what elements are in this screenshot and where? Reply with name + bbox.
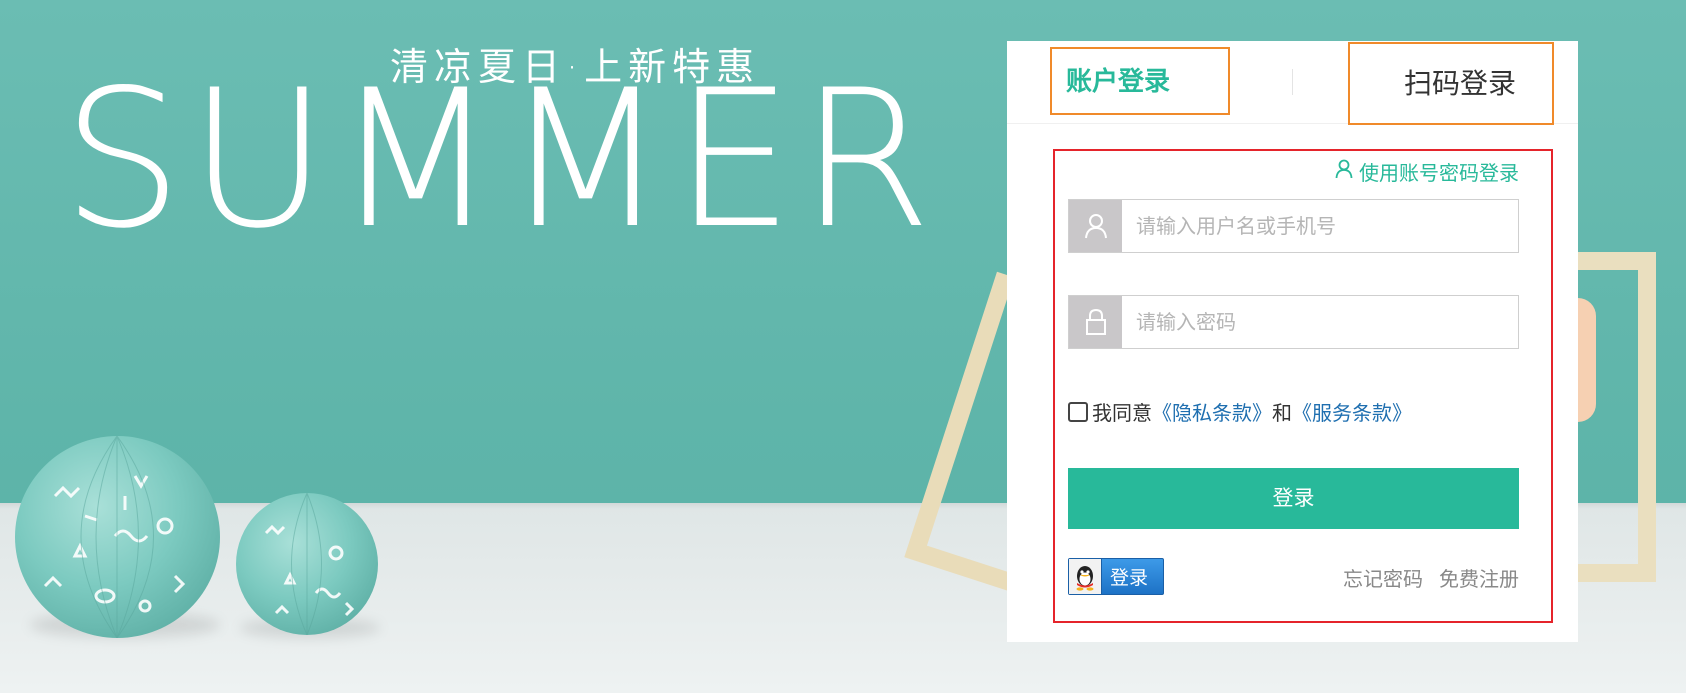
qq-login-label: 登录	[1110, 567, 1149, 589]
agree-prefix: 我同意	[1092, 401, 1152, 425]
forgot-password-link[interactable]: 忘记密码	[1343, 563, 1423, 592]
login-card: 账户登录 扫码登录 使用账号密码登录 请输入用户名或手机号 我同意 《隐私条款》…	[1007, 41, 1578, 642]
tab-account-login[interactable]: 账户登录	[1050, 47, 1230, 115]
account-links: 忘记密码 免费注册	[1343, 563, 1519, 592]
decorative-ball-small	[236, 492, 378, 636]
password-input[interactable]	[1122, 296, 1512, 348]
user-outline-icon	[1335, 159, 1353, 184]
password-field	[1068, 295, 1519, 349]
agreement-row: 我同意 《隐私条款》 和 《服务条款》	[1068, 397, 1412, 426]
terms-of-service-link[interactable]: 《服务条款》	[1292, 397, 1412, 426]
promo-title: SUMMER	[62, 49, 938, 270]
ball-pattern-icon	[264, 492, 355, 636]
tab-divider	[1292, 69, 1293, 95]
agree-and: 和	[1272, 401, 1292, 425]
switch-login-mode-link[interactable]: 使用账号密码登录	[1335, 157, 1519, 186]
login-form: 使用账号密码登录 我同意 《隐私条款》	[1053, 149, 1553, 623]
qq-login-button[interactable]: 登录	[1068, 558, 1164, 595]
login-button[interactable]: 登录	[1068, 468, 1519, 529]
username-input[interactable]	[1122, 200, 1512, 252]
agree-checkbox[interactable]	[1068, 401, 1088, 422]
ball-pattern-icon	[43, 435, 186, 639]
register-link[interactable]: 免费注册	[1439, 563, 1519, 592]
username-field	[1068, 199, 1519, 253]
switch-login-mode-label: 使用账号密码登录	[1359, 161, 1519, 185]
login-tabs: 账户登录 扫码登录	[1007, 41, 1578, 125]
lock-icon	[1069, 296, 1122, 348]
user-icon	[1069, 200, 1122, 252]
tab-qr-login[interactable]: 扫码登录	[1348, 42, 1554, 125]
decorative-ball-large	[15, 435, 220, 639]
qq-penguin-icon	[1069, 559, 1102, 594]
privacy-policy-link[interactable]: 《隐私条款》	[1152, 397, 1272, 426]
